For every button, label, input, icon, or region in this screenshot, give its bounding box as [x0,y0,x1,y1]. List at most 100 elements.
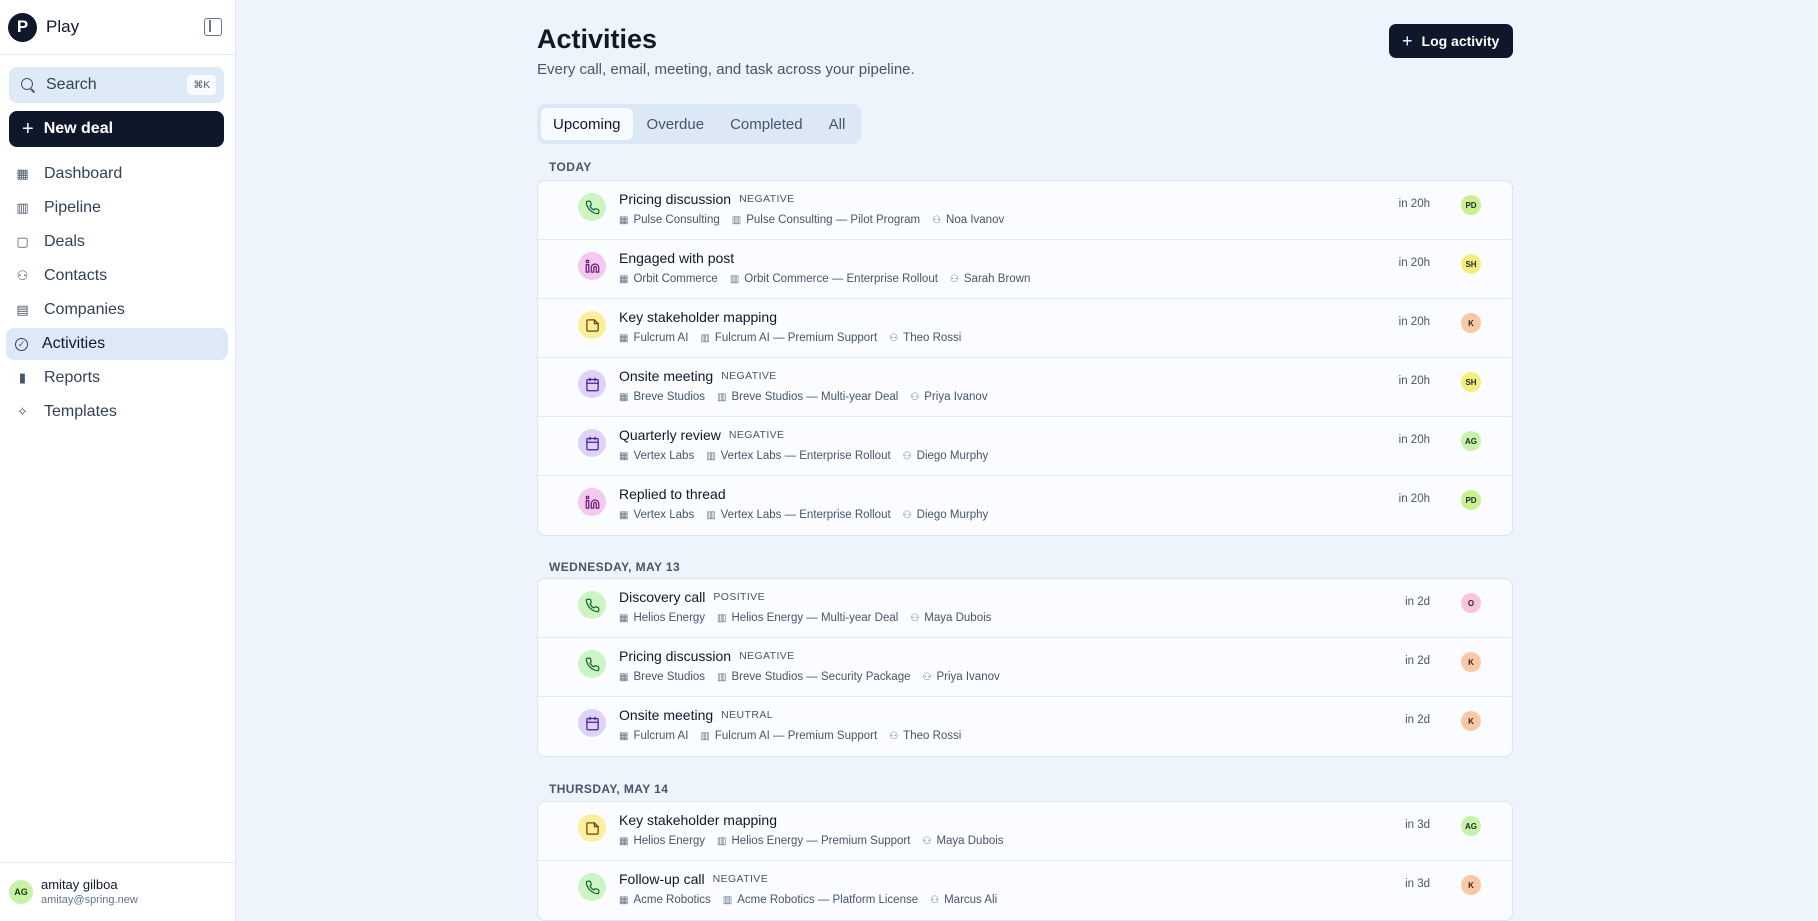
activity-title: Onsite meeting [619,368,714,384]
contact-link[interactable]: ⚇ Sarah Brown [950,273,1030,285]
deal-icon: ▥ [706,509,716,521]
company-link[interactable]: ▦ Fulcrum AI [619,332,688,344]
deal-link[interactable]: ▥ Orbit Commerce — Enterprise Rollout [730,273,938,285]
contact-link[interactable]: ⚇ Theo Rossi [889,332,961,344]
deal-link[interactable]: ▥ Vertex Labs — Enterprise Rollout [706,450,890,462]
contact-link-text: Diego Murphy [916,509,989,521]
sidebar-item-deals[interactable]: ▢ Deals [6,226,228,258]
due-time: in 20h [1398,316,1430,328]
tab-completed[interactable]: Completed [718,108,815,140]
search-icon [21,77,36,93]
deal-link[interactable]: ▥ Vertex Labs — Enterprise Rollout [706,509,890,521]
contact-link[interactable]: ⚇ Noa Ivanov [932,214,1004,226]
phone-icon [578,193,606,221]
contact-link[interactable]: ⚇ Priya Ivanov [923,671,1000,683]
user-email: amitay@spring.new [41,894,138,906]
company-link[interactable]: ▦ Pulse Consulting [619,214,720,226]
contact-link-text: Priya Ivanov [936,671,1000,683]
building-icon: ▦ [619,332,629,344]
collapse-sidebar-icon[interactable] [204,18,222,36]
activity-row[interactable]: Discovery call POSITIVE ▦ Helios Energy ▥ Hel… [538,579,1512,638]
deal-link[interactable]: ▥ Acme Robotics — Platform License [723,894,918,906]
group-label: THURSDAY, MAY 14 [549,782,669,796]
activity-row[interactable]: Follow-up call NEGATIVE ▦ Acme Robotics ▥ Acm… [538,861,1512,920]
activity-row[interactable]: Replied to thread ▦ Vertex Labs ▥ Vertex Lab… [538,476,1512,535]
owner-avatar: AG [1461,431,1481,451]
contact-link-text: Theo Rossi [903,730,962,742]
activity-row[interactable]: Onsite meeting NEGATIVE ▦ Breve Studios ▥ Bre… [538,358,1512,417]
owner-avatar: O [1461,593,1481,613]
deal-icon: ▥ [717,612,727,624]
search-button[interactable]: Search ⌘K [9,67,224,103]
sidebar-item-contacts[interactable]: ⚇ Contacts [6,260,228,292]
sidebar-item-templates[interactable]: ✧ Templates [6,396,228,428]
deal-link[interactable]: ▥ Helios Energy — Multi-year Deal [717,612,898,624]
tab-overdue[interactable]: Overdue [635,108,717,140]
brand: P Play [8,12,228,42]
activity-row[interactable]: Quarterly review NEGATIVE ▦ Vertex Labs ▥ Ver… [538,417,1512,476]
sidebar-item-pipeline[interactable]: ▥ Pipeline [6,192,228,224]
sidebar-item-companies[interactable]: ▤ Companies [6,294,228,326]
new-deal-button[interactable]: + New deal [9,111,224,147]
activity-row[interactable]: Onsite meeting NEUTRAL ▦ Fulcrum AI ▥ Fulcrum… [538,697,1512,756]
contact-link[interactable]: ⚇ Maya Dubois [910,612,991,624]
building-icon: ▦ [619,730,629,742]
sidebar-item-dashboard[interactable]: ▦ Dashboard [6,158,228,190]
company-link[interactable]: ▦ Fulcrum AI [619,730,688,742]
deal-link[interactable]: ▥ Breve Studios — Security Package [717,671,910,683]
company-link[interactable]: ▦ Vertex Labs [619,450,694,462]
activity-row[interactable]: Engaged with post ▦ Orbit Commerce ▥ Orbit C… [538,240,1512,299]
contact-link[interactable]: ⚇ Theo Rossi [889,730,961,742]
contact-link[interactable]: ⚇ Maya Dubois [922,835,1003,847]
contact-link-text: Theo Rossi [903,332,962,344]
deal-icon: ▥ [700,730,710,742]
company-link[interactable]: ▦ Breve Studios [619,671,705,683]
deal-link[interactable]: ▥ Pulse Consulting — Pilot Program [732,214,920,226]
shortcut-badge: ⌘K [187,75,216,95]
plus-icon: + [22,118,34,140]
deal-link-text: Orbit Commerce — Enterprise Rollout [744,273,938,285]
sidebar-item-label: Reports [44,369,101,386]
plus-icon: + [1402,31,1413,51]
contact-link[interactable]: ⚇ Priya Ivanov [910,391,987,403]
sidebar: P Play Search ⌘K + New deal ▦ Dashboard ▥ P… [0,0,236,921]
company-link[interactable]: ▦ Acme Robotics [619,894,711,906]
company-link[interactable]: ▦ Orbit Commerce [619,273,718,285]
deal-link[interactable]: ▥ Breve Studios — Multi-year Deal [717,391,898,403]
deal-link[interactable]: ▥ Fulcrum AI — Premium Support [700,332,877,344]
activity-row[interactable]: Pricing discussion NEGATIVE ▦ Pulse Consult… [538,181,1512,240]
due-time: in 20h [1398,257,1430,269]
company-link[interactable]: ▦ Helios Energy [619,835,705,847]
tab-upcoming[interactable]: Upcoming [541,108,633,140]
deal-link-text: Helios Energy — Multi-year Deal [731,612,899,624]
contact-link[interactable]: ⚇ Diego Murphy [903,509,989,521]
log-activity-label: Log activity [1421,33,1500,49]
deal-link-text: Vertex Labs — Enterprise Rollout [720,450,891,462]
contact-link[interactable]: ⚇ Marcus Ali [930,894,997,906]
sentiment-badge: NEGATIVE [721,370,777,382]
user-profile[interactable]: AG amitay gilboa amitay@spring.new [0,862,235,921]
activity-title: Pricing discussion [619,191,732,207]
sidebar-item-activities[interactable]: ✓ Activities [6,328,228,360]
log-activity-button[interactable]: + Log activity [1389,24,1513,58]
contact-link-text: Marcus Ali [944,894,998,906]
owner-avatar: K [1461,313,1481,333]
sidebar-item-label: Templates [44,403,117,420]
contact-link[interactable]: ⚇ Diego Murphy [903,450,989,462]
sentiment-badge: NEUTRAL [721,709,773,721]
company-link[interactable]: ▦ Helios Energy [619,612,705,624]
building-icon: ▦ [619,214,629,226]
due-time: in 3d [1405,819,1430,831]
person-icon: ⚇ [932,214,942,226]
tab-all[interactable]: All [817,108,858,140]
company-link[interactable]: ▦ Breve Studios [619,391,705,403]
deal-link[interactable]: ▥ Fulcrum AI — Premium Support [700,730,877,742]
activity-row[interactable]: Key stakeholder mapping ▦ Helios Energy ▥ He… [538,802,1512,861]
activity-row[interactable]: Pricing discussion NEGATIVE ▦ Breve Studios… [538,638,1512,697]
activity-row[interactable]: Key stakeholder mapping ▦ Fulcrum AI ▥ Fulcr… [538,299,1512,358]
linkedin-icon [578,488,606,516]
sidebar-item-reports[interactable]: ▮ Reports [6,362,228,394]
sidebar-item-label: Contacts [44,267,108,284]
company-link[interactable]: ▦ Vertex Labs [619,509,694,521]
deal-link[interactable]: ▥ Helios Energy — Premium Support [717,835,910,847]
